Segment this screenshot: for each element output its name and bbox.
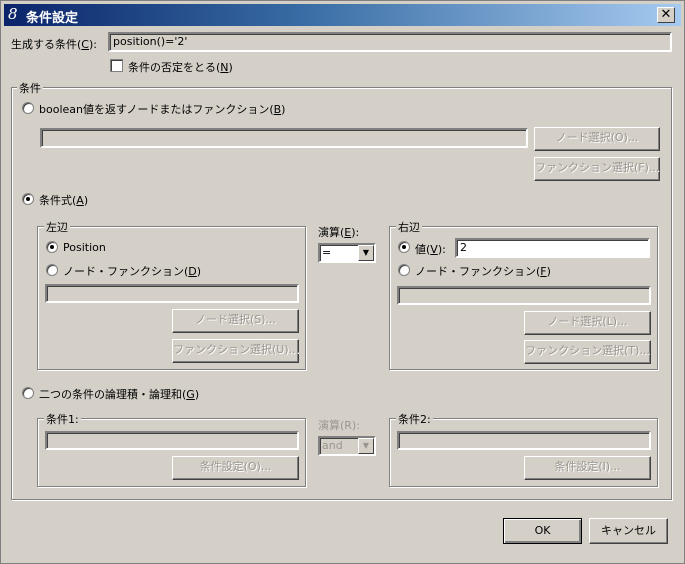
close-icon: ✕ [660, 7, 672, 22]
label-text: 条件の否定をとる( [128, 61, 221, 74]
operator-value: = [322, 246, 332, 259]
mnemonic: A [76, 194, 84, 207]
operator-label: 演算(E): [318, 224, 359, 240]
logical-operator-label: 演算(R): [318, 419, 360, 432]
condition1-settings-button[interactable]: 条件設定(O)... [172, 456, 299, 480]
left-node-function-radio[interactable] [46, 264, 58, 276]
label-text: ) [194, 388, 200, 401]
boolean-node-select-button[interactable]: ノード選択(O)... [534, 127, 660, 151]
label-text: ノード・ファンクション( [63, 265, 189, 278]
value-radio-label[interactable]: 値(V): [415, 241, 446, 257]
operator-select[interactable]: = ▼ [318, 243, 376, 263]
condition1-field [45, 431, 299, 450]
label-text: 演算( [318, 226, 345, 239]
label-text: 生成する条件( [11, 38, 82, 51]
label-text: 二つの条件の論理積・論理和( [39, 388, 187, 401]
ok-button[interactable]: OK [503, 518, 582, 544]
right-side-legend: 右辺 [396, 219, 422, 235]
expression-radio[interactable] [22, 193, 34, 205]
left-node-select-button[interactable]: ノード選択(S)... [172, 309, 299, 333]
logical-operator-select[interactable]: and ▼ [318, 436, 376, 456]
label-text: ) [228, 61, 233, 74]
close-button[interactable]: ✕ [657, 7, 675, 23]
label-text: ): [437, 243, 446, 256]
mnemonic: N [220, 61, 229, 74]
right-node-select-button[interactable]: ノード選択(L)... [524, 311, 651, 335]
cancel-button[interactable]: キャンセル [589, 518, 668, 544]
label-text: ): [351, 226, 360, 239]
condition2-legend: 条件2: [396, 411, 433, 427]
left-side-legend: 左辺 [44, 219, 70, 235]
label-text: 値( [415, 243, 431, 256]
right-function-select-button[interactable]: ファンクション選択(T)... [524, 340, 651, 364]
negate-checkbox[interactable] [110, 59, 123, 72]
mnemonic: V [430, 243, 438, 256]
left-function-select-button[interactable]: ファンクション選択(U)... [172, 339, 299, 363]
logical-radio-label[interactable]: 二つの条件の論理積・論理和(G) [39, 386, 199, 402]
label-text: boolean値を返すノードまたはファンクション( [39, 103, 274, 116]
right-node-field [397, 286, 651, 305]
value-input[interactable]: 2 [455, 238, 650, 258]
mnemonic: G [186, 388, 195, 401]
app-icon: 8 [8, 5, 18, 23]
condition2-settings-button[interactable]: 条件設定(I)... [524, 456, 651, 480]
label-text: ): [88, 38, 97, 51]
left-node-field [45, 284, 299, 303]
position-radio[interactable] [46, 241, 58, 253]
generated-condition-field: position()='2' [108, 32, 672, 52]
boolean-radio[interactable] [22, 102, 34, 114]
logical-operator-value: and [322, 439, 343, 452]
window-title: 条件設定 [26, 11, 79, 26]
label-text: ) [546, 265, 551, 278]
left-node-function-label[interactable]: ノード・ファンクション(D) [63, 263, 201, 279]
condition2-field [397, 431, 651, 450]
title-bar[interactable]: 8 条件設定 [4, 4, 681, 26]
boolean-radio-label[interactable]: boolean値を返すノードまたはファンクション(B) [39, 101, 285, 117]
chevron-down-icon[interactable]: ▼ [358, 245, 374, 261]
label-text: ) [83, 194, 89, 207]
mnemonic: C [81, 38, 89, 51]
expression-radio-label[interactable]: 条件式(A) [39, 192, 88, 208]
generated-condition-label: 生成する条件(C): [11, 36, 97, 52]
conditions-legend: 条件 [17, 80, 43, 96]
logical-radio[interactable] [22, 387, 34, 399]
chevron-down-icon[interactable]: ▼ [358, 438, 374, 454]
label-text: ) [196, 265, 202, 278]
boolean-node-field [40, 128, 528, 148]
boolean-function-select-button[interactable]: ファンクション選択(F)... [534, 157, 660, 181]
condition1-legend: 条件1: [44, 411, 81, 427]
negate-label[interactable]: 条件の否定をとる(N) [128, 59, 233, 75]
right-node-function-radio[interactable] [398, 264, 410, 276]
label-text: 条件式( [39, 194, 77, 207]
right-node-function-label[interactable]: ノード・ファンクション(F) [415, 263, 551, 279]
value-radio[interactable] [398, 241, 410, 253]
label-text: ) [281, 103, 286, 116]
mnemonic: D [188, 265, 197, 278]
position-radio-label[interactable]: Position [63, 241, 106, 254]
label-text: ノード・ファンクション( [415, 265, 541, 278]
